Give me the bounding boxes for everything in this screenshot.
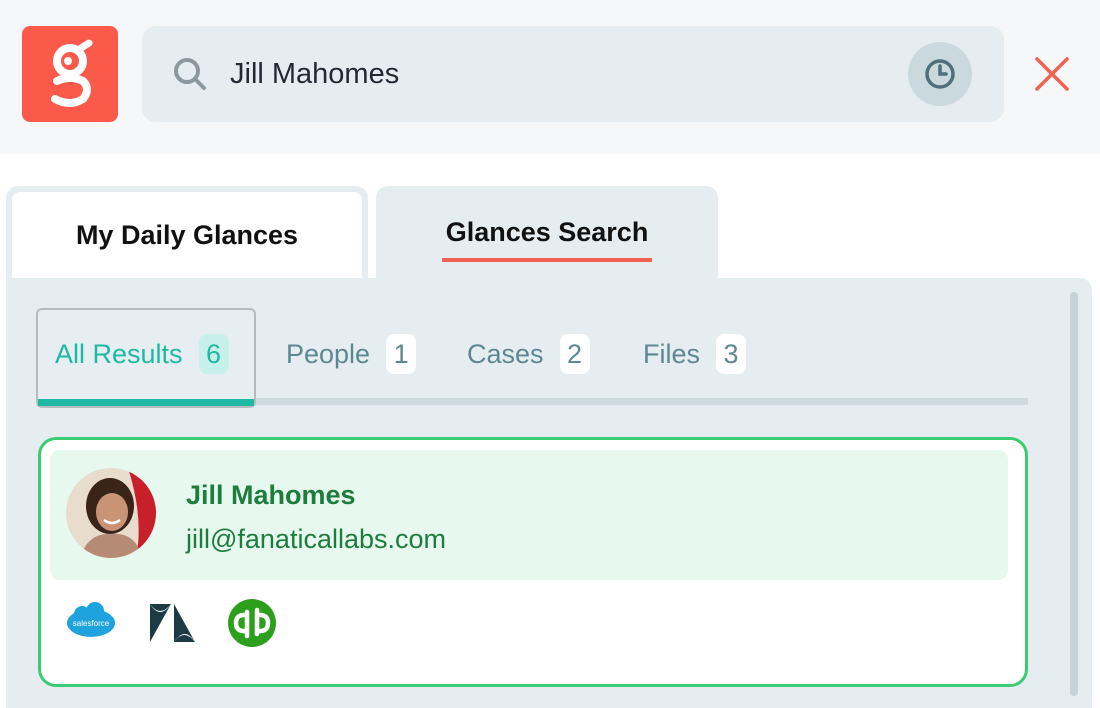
search-input[interactable]: Jill Mahomes [230,26,399,122]
salesforce-wordmark: salesforce [73,619,110,628]
tab-my-daily-glances[interactable]: My Daily Glances [6,186,368,282]
subtab-files[interactable]: Files 3 [643,332,747,376]
person-email[interactable]: jill@fanaticallabs.com [186,524,446,555]
subtab-label: People [286,338,371,369]
tab-label: My Daily Glances [12,192,362,278]
person-summary[interactable]: Jill Mahomes jill@fanaticallabs.com [50,450,1008,580]
scrollbar[interactable] [1070,292,1078,696]
subtab-cases[interactable]: Cases 2 [467,332,590,376]
quickbooks-icon[interactable] [227,598,277,648]
tab-glances-search[interactable]: Glances Search [376,186,718,282]
search-bar[interactable]: Jill Mahomes [142,26,1004,122]
top-bar: Jill Mahomes [0,0,1100,154]
result-count-badge: 6 [198,334,229,374]
clock-history-icon [925,59,955,89]
logo-g-icon [51,39,93,107]
result-count-badge: 1 [386,334,417,374]
salesforce-icon[interactable]: salesforce [66,598,116,648]
active-subtab-indicator [38,399,254,406]
subtab-label: All Results [55,338,183,369]
avatar [66,468,156,558]
subtab-people[interactable]: People 1 [286,332,417,376]
result-count-badge: 3 [716,334,747,374]
result-count-badge: 2 [559,334,590,374]
subtab-all-results[interactable]: All Results 6 [55,332,229,376]
glances-logo[interactable] [22,26,118,122]
close-icon [1035,57,1069,91]
active-tab-underline [442,258,652,262]
close-button[interactable] [1032,54,1072,94]
subtab-label: Cases [467,338,544,369]
person-name[interactable]: Jill Mahomes [186,480,356,511]
person-result-card[interactable]: Jill Mahomes jill@fanaticallabs.com sale… [38,437,1028,687]
zendesk-icon[interactable] [147,598,197,648]
tab-label: Glances Search [445,217,649,247]
subtab-label: Files [643,338,701,369]
history-button[interactable] [908,42,972,106]
search-icon [174,58,206,90]
person-photo [66,468,156,558]
